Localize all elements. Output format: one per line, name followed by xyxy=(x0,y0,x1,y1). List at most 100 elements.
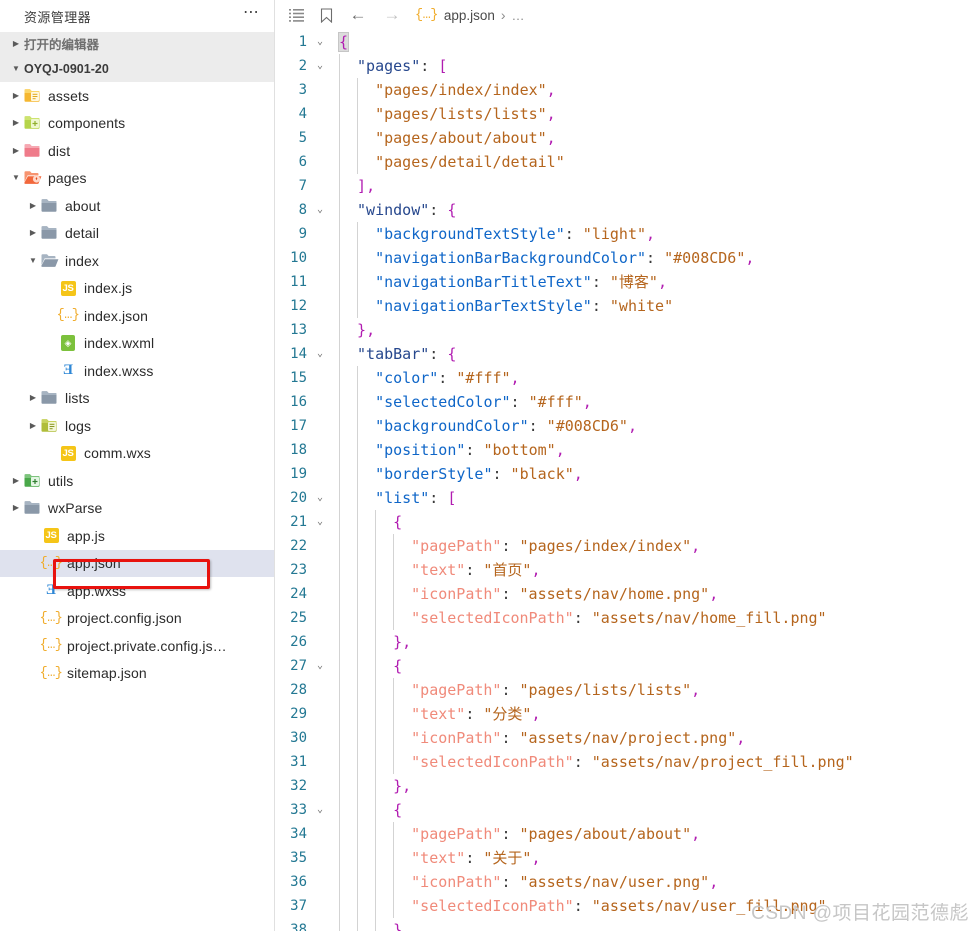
line-number: 30 xyxy=(290,730,307,746)
tree-item-assets[interactable]: ▶ assets xyxy=(0,82,274,110)
code-line[interactable]: 30 "iconPath": "assets/nav/project.png", xyxy=(275,726,977,750)
back-arrow-icon[interactable]: ← xyxy=(341,5,375,25)
tree-item-sitemap-json[interactable]: {…} sitemap.json xyxy=(0,660,274,688)
tree-item-index-wxss[interactable]: Ǝindex.wxss xyxy=(0,357,274,385)
tree-item-app-json[interactable]: {…} app.json xyxy=(0,549,274,577)
code-line[interactable]: 31 "selectedIconPath": "assets/nav/projec… xyxy=(275,750,977,774)
code-line[interactable]: 13}, xyxy=(275,318,977,342)
fold-chevron-down-icon[interactable]: ⌄ xyxy=(309,342,331,366)
code-line[interactable]: 19 "borderStyle": "black", xyxy=(275,462,977,486)
code-token: "iconPath" xyxy=(411,729,502,747)
code-line[interactable]: 14 ⌄ "tabBar": { xyxy=(275,342,977,366)
code-token: "pages/detail/detail" xyxy=(375,153,565,171)
line-number: 10 xyxy=(290,250,307,266)
code-line[interactable]: 10 "navigationBarBackgroundColor": "#008C… xyxy=(275,246,977,270)
chevron-down-icon[interactable]: ▼ xyxy=(8,64,24,73)
code-line[interactable]: 5 "pages/about/about", xyxy=(275,126,977,150)
chevron-right-icon[interactable]: ▶ xyxy=(8,146,24,155)
code-line[interactable]: 29 "text": "分类", xyxy=(275,702,977,726)
folder-components-icon xyxy=(24,115,42,131)
tree-item-detail[interactable]: ▶ detail xyxy=(0,220,274,248)
chevron-down-icon[interactable]: ▼ xyxy=(25,256,41,265)
code-line[interactable]: 1 ⌄ { xyxy=(275,30,977,54)
code-line[interactable]: 3 "pages/index/index", xyxy=(275,78,977,102)
chevron-right-icon[interactable]: ▶ xyxy=(8,504,24,512)
code-line[interactable]: 17 "backgroundColor": "#008CD6", xyxy=(275,414,977,438)
code-line[interactable]: 7], xyxy=(275,174,977,198)
tree-item-about[interactable]: ▶ about xyxy=(0,192,274,220)
fold-chevron-down-icon[interactable]: ⌄ xyxy=(309,54,331,78)
tree-item-app-wxss[interactable]: Ǝapp.wxss xyxy=(0,577,274,605)
chevron-right-icon[interactable]: ▶ xyxy=(25,421,41,430)
js-file-icon: JS xyxy=(60,445,76,461)
more-actions-icon[interactable]: ⋯ xyxy=(239,5,264,24)
code-line[interactable]: 24 "iconPath": "assets/nav/home.png", xyxy=(275,582,977,606)
tree-item-pages[interactable]: ▼ pages xyxy=(0,165,274,193)
fold-chevron-down-icon[interactable]: ⌄ xyxy=(309,30,331,54)
code-line[interactable]: 2 ⌄ "pages": [ xyxy=(275,54,977,78)
chevron-right-icon[interactable]: ▶ xyxy=(25,394,41,402)
code-line[interactable]: 12 "navigationBarTextStyle": "white" xyxy=(275,294,977,318)
code-line[interactable]: 32}, xyxy=(275,774,977,798)
tree-item-dist[interactable]: ▶ dist xyxy=(0,137,274,165)
code-token: { xyxy=(393,801,403,819)
forward-arrow-icon[interactable]: → xyxy=(375,5,409,25)
tree-item-index-json[interactable]: {…} index.json xyxy=(0,302,274,330)
tree-item-wxparse[interactable]: ▶ wxParse xyxy=(0,495,274,523)
breadcrumb-ellipsis[interactable]: … xyxy=(512,8,525,23)
code-line[interactable]: 27 ⌄ { xyxy=(275,654,977,678)
css-file-icon: Ǝ xyxy=(45,582,56,599)
chevron-right-icon[interactable]: ▶ xyxy=(8,39,24,48)
code-line[interactable]: 9 "backgroundTextStyle": "light", xyxy=(275,222,977,246)
code-line[interactable]: 6 "pages/detail/detail" xyxy=(275,150,977,174)
code-line[interactable]: 25 "selectedIconPath": "assets/nav/home_f… xyxy=(275,606,977,630)
chevron-right-icon[interactable]: ▶ xyxy=(8,476,24,485)
code-line[interactable]: 21 ⌄ { xyxy=(275,510,977,534)
fold-chevron-down-icon[interactable]: ⌄ xyxy=(309,654,331,678)
code-line[interactable]: 16 "selectedColor": "#fff", xyxy=(275,390,977,414)
tree-item-project-config-json[interactable]: {…} project.config.json xyxy=(0,605,274,633)
code-line[interactable]: 38} xyxy=(275,918,977,931)
chevron-right-icon[interactable]: ▶ xyxy=(25,201,41,210)
code-line[interactable]: 34 "pagePath": "pages/about/about", xyxy=(275,822,977,846)
chevron-right-icon[interactable]: ▶ xyxy=(8,91,24,100)
code-line[interactable]: 23 "text": "首页", xyxy=(275,558,977,582)
chevron-right-icon[interactable]: ▶ xyxy=(25,229,41,237)
tree-item-lists[interactable]: ▶ lists xyxy=(0,385,274,413)
tree-item-index[interactable]: ▼ index xyxy=(0,247,274,275)
open-editors-section[interactable]: ▶ 打开的编辑器 xyxy=(0,32,274,55)
code-line[interactable]: 33 ⌄ { xyxy=(275,798,977,822)
code-editor[interactable]: 1 ⌄{2 ⌄ "pages": [3 "pages/index/index", 4 "pa… xyxy=(275,30,977,931)
tree-item-index-js[interactable]: JS index.js xyxy=(0,275,274,303)
tree-item-components[interactable]: ▶ components xyxy=(0,110,274,138)
list-icon[interactable] xyxy=(281,8,311,22)
code-line[interactable]: 36 "iconPath": "assets/nav/user.png", xyxy=(275,870,977,894)
tree-item-app-js[interactable]: JS app.js xyxy=(0,522,274,550)
code-line[interactable]: 4 "pages/lists/lists", xyxy=(275,102,977,126)
code-line[interactable]: 26}, xyxy=(275,630,977,654)
chevron-right-icon[interactable]: ▶ xyxy=(8,119,24,127)
code-line[interactable]: 8 ⌄ "window": { xyxy=(275,198,977,222)
wxml-file-icon: ◈ xyxy=(58,334,78,352)
fold-chevron-down-icon[interactable]: ⌄ xyxy=(309,510,331,534)
code-line[interactable]: 11 "navigationBarTitleText": "博客", xyxy=(275,270,977,294)
code-line[interactable]: 20 ⌄ "list": [ xyxy=(275,486,977,510)
fold-chevron-down-icon[interactable]: ⌄ xyxy=(309,486,331,510)
tree-item-project-private-config-js-[interactable]: {…} project.private.config.js… xyxy=(0,632,274,660)
tree-item-utils[interactable]: ▶ utils xyxy=(0,467,274,495)
code-line[interactable]: 35 "text": "关于", xyxy=(275,846,977,870)
tree-item-comm-wxs[interactable]: JS comm.wxs xyxy=(0,440,274,468)
workspace-root-section[interactable]: ▼ OYQJ-0901-20 xyxy=(0,55,274,82)
tree-item-index-wxml[interactable]: ◈ index.wxml xyxy=(0,330,274,358)
tree-item-logs[interactable]: ▶ logs xyxy=(0,412,274,440)
code-line[interactable]: 15 "color": "#fff", xyxy=(275,366,977,390)
breadcrumb-file[interactable]: {…} app.json xyxy=(415,8,495,23)
code-line[interactable]: 22 "pagePath": "pages/index/index", xyxy=(275,534,977,558)
fold-chevron-down-icon[interactable]: ⌄ xyxy=(309,798,331,822)
bookmark-icon[interactable] xyxy=(311,7,341,23)
chevron-down-icon[interactable]: ▼ xyxy=(8,174,24,182)
code-line[interactable]: 37 "selectedIconPath": "assets/nav/user_f… xyxy=(275,894,977,918)
code-line[interactable]: 18 "position": "bottom", xyxy=(275,438,977,462)
fold-chevron-down-icon[interactable]: ⌄ xyxy=(309,198,331,222)
code-line[interactable]: 28 "pagePath": "pages/lists/lists", xyxy=(275,678,977,702)
